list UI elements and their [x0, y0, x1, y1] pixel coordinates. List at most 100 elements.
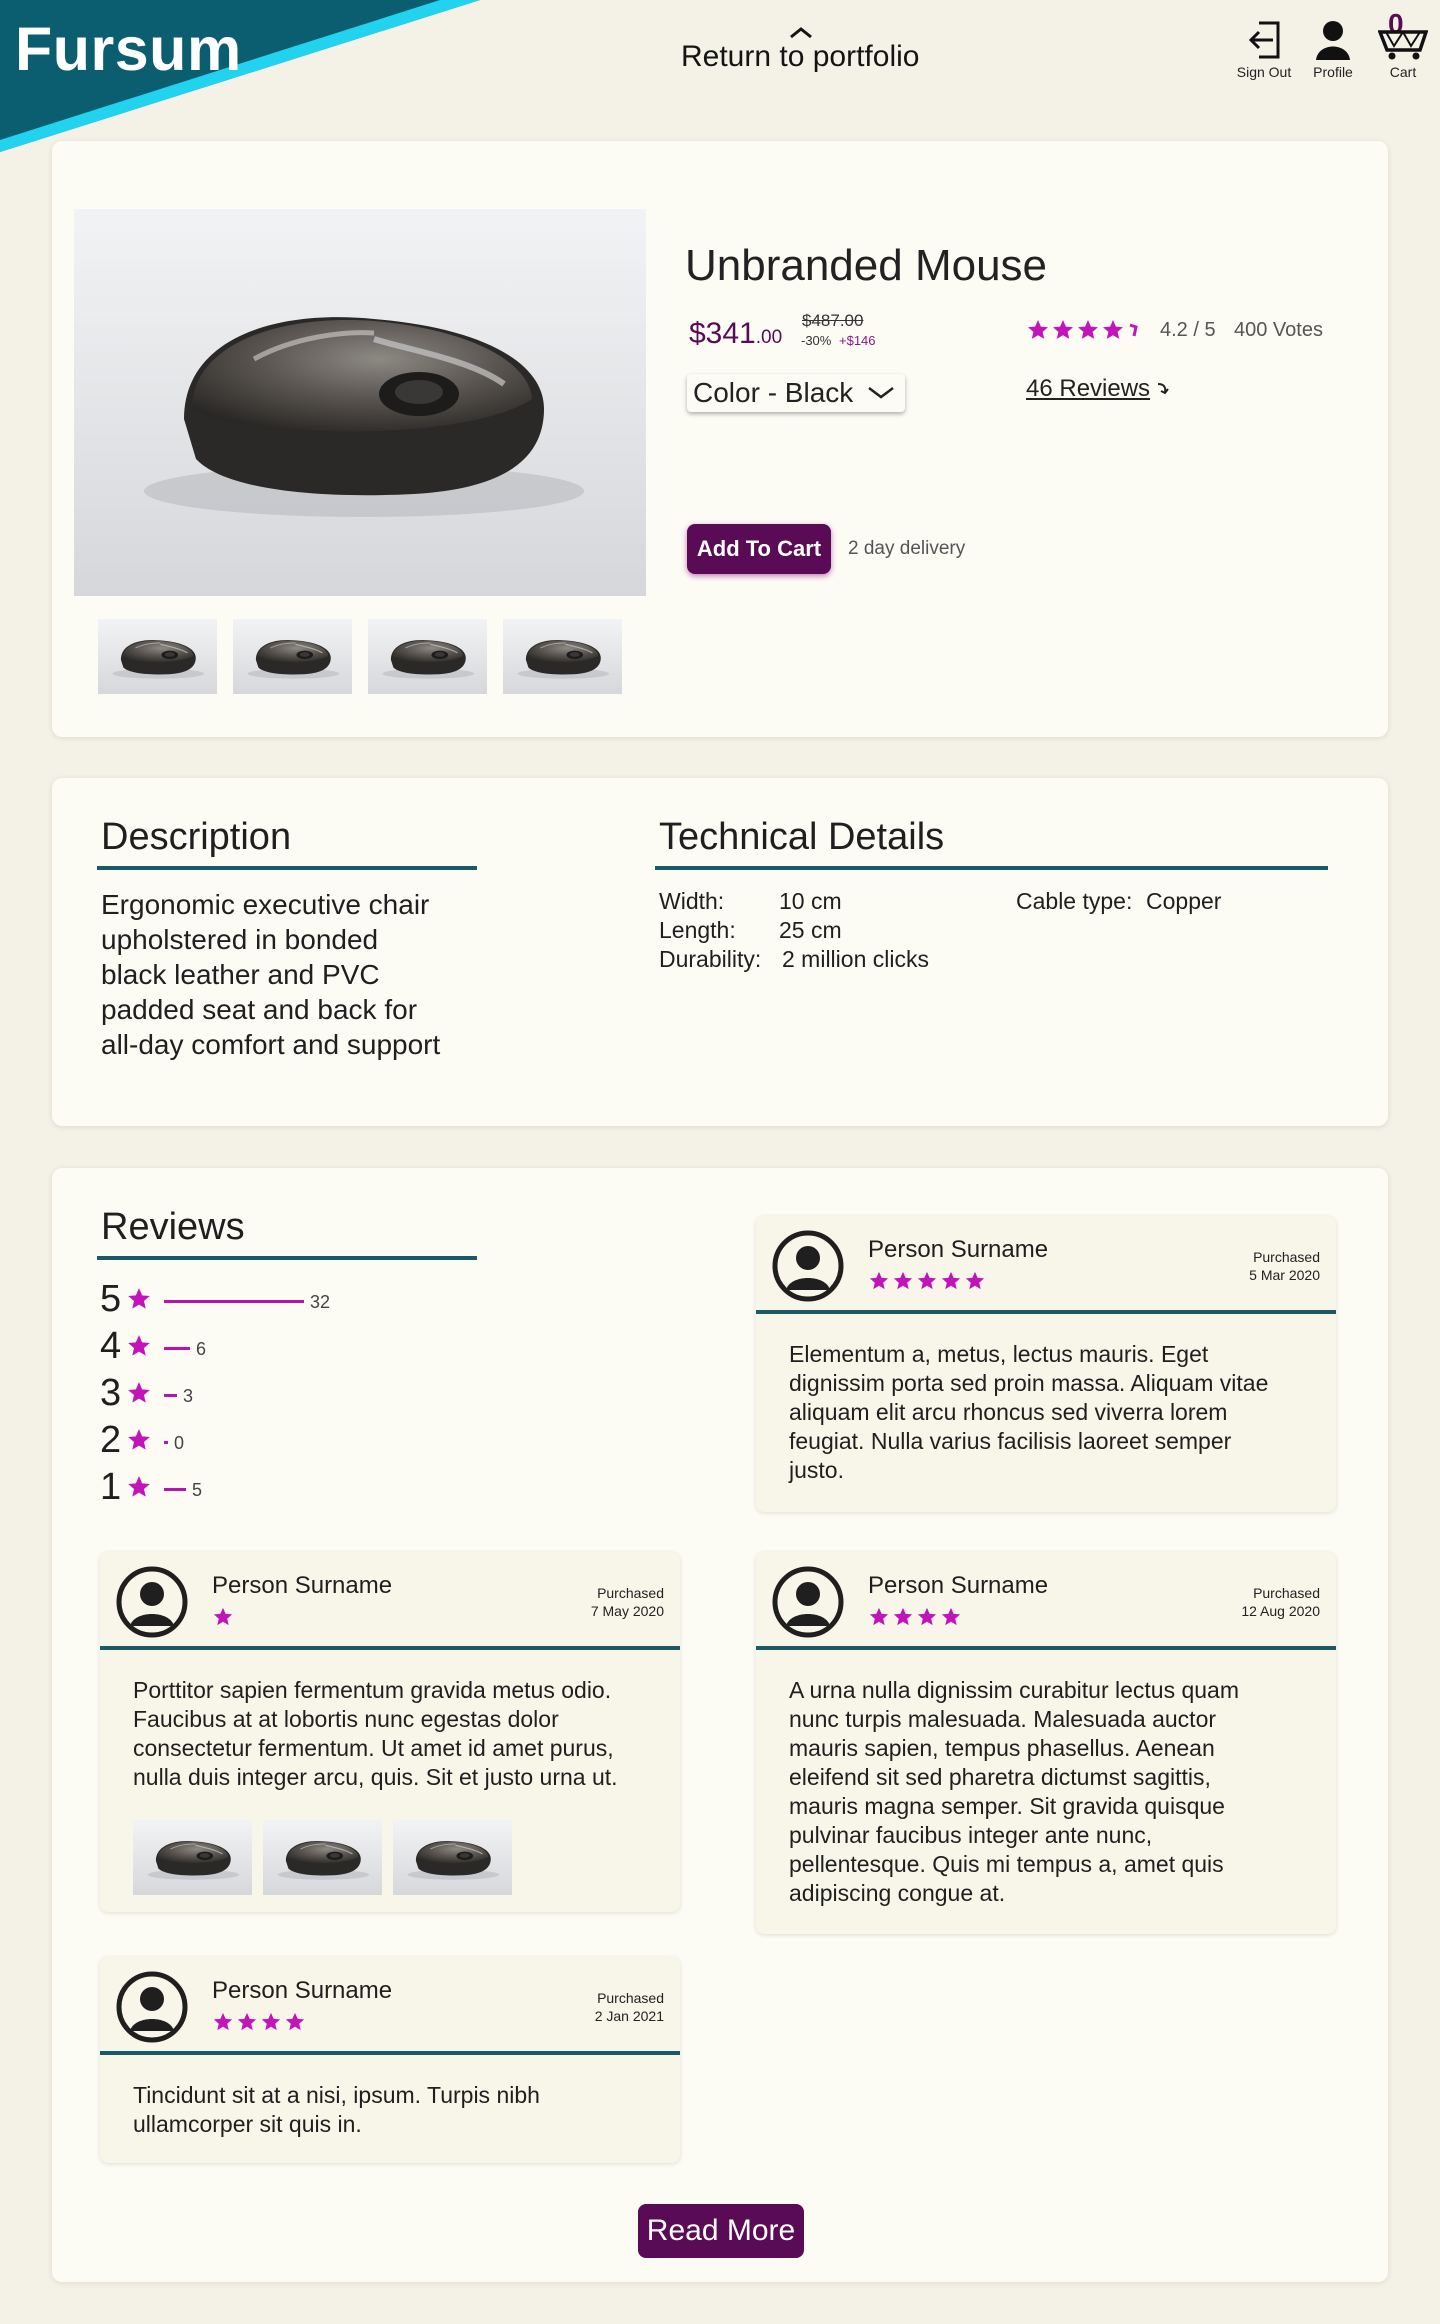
- description-line: padded seat and back for: [101, 994, 418, 1025]
- brand-logo[interactable]: Fursum: [15, 14, 242, 84]
- purchase-info: Purchased 5 Mar 2020: [1249, 1248, 1320, 1284]
- star-icon: [128, 1429, 150, 1450]
- star-icon: [965, 1271, 985, 1290]
- return-to-portfolio-link[interactable]: Return to portfolio: [681, 40, 919, 74]
- star-rating: [869, 1271, 985, 1290]
- review-stars: [868, 1270, 988, 1297]
- tech-value-length: 25 cm: [779, 917, 842, 943]
- rating-count-3: 3: [183, 1386, 194, 1406]
- tech-value-width: 10 cm: [779, 888, 842, 914]
- tech-key-length: Length:: [659, 917, 736, 943]
- review-stars: [212, 1606, 236, 1633]
- tech-key-cable: Cable type:: [1016, 888, 1133, 914]
- review-line: Porttitor sapien fermentum gravida metus…: [133, 1677, 612, 1703]
- review-line: aliquam elit arcu rhoncus sed viverra lo…: [789, 1399, 1228, 1425]
- purchase-date: 12 Aug 2020: [1241, 1603, 1320, 1619]
- reviews-link[interactable]: 46 Reviews: [1026, 375, 1150, 403]
- star-icon: [285, 2012, 305, 2031]
- review-card: Person Surname Purchased 2 Jan 2021 Tinc…: [100, 1957, 680, 2163]
- sign-out-button[interactable]: Sign Out: [1236, 20, 1292, 80]
- rating-bar-3: [164, 1394, 177, 1397]
- review-line: nunc turpis malesuada. Malesuada auctor: [789, 1706, 1217, 1732]
- reviews-title: Reviews: [101, 1206, 245, 1248]
- profile-button[interactable]: Profile: [1305, 20, 1361, 80]
- tech-key-width: Width:: [659, 888, 725, 914]
- star-icon: [941, 1607, 961, 1626]
- cart-icon: [1378, 30, 1428, 60]
- reviewer-name: Person Surname: [212, 1977, 393, 2004]
- review-line: eleifend sit sed pharetra dictumst sagit…: [789, 1764, 1211, 1790]
- star-icon: [869, 1271, 889, 1290]
- product-main-image: [74, 209, 646, 596]
- cart-button[interactable]: Cart: [1375, 20, 1431, 80]
- technical-details-title: Technical Details: [659, 816, 945, 858]
- rating-count-4: 6: [196, 1339, 207, 1359]
- review-stars: [868, 1606, 964, 1633]
- review-text: Porttitor sapien fermentum gravida metus…: [133, 1676, 618, 1792]
- review-stars: [212, 2011, 308, 2038]
- product-thumbnail-2[interactable]: [233, 619, 352, 694]
- review-line: ullamcorper sit quis in.: [133, 2111, 362, 2137]
- read-more-button[interactable]: Read More: [638, 2204, 804, 2258]
- purchase-info: Purchased 12 Aug 2020: [1241, 1584, 1320, 1620]
- description-line: all-day comfort and support: [101, 1029, 441, 1060]
- review-photo[interactable]: [263, 1820, 382, 1895]
- star-icon: [128, 1382, 150, 1403]
- rating-bar-4: [164, 1347, 190, 1350]
- purchase-date: 2 Jan 2021: [594, 2008, 664, 2024]
- star-rating: [869, 1607, 961, 1626]
- review-text: A urna nulla dignissim curabitur lectus …: [789, 1676, 1239, 1908]
- product-thumbnail-3[interactable]: [368, 619, 487, 694]
- add-to-cart-button[interactable]: Add To Cart: [687, 524, 831, 574]
- description-title: Description: [101, 816, 292, 858]
- review-line: mauris sapien, tempus phasellus. Aenean: [789, 1735, 1215, 1761]
- color-dropdown[interactable]: Color - Black: [687, 374, 905, 412]
- review-card: Person Surname Purchased 12 Aug 2020 A u…: [756, 1552, 1336, 1934]
- rating-score: 4.2 / 5: [1160, 319, 1216, 341]
- review-line: justo.: [789, 1457, 844, 1483]
- review-card: Person Surname Purchased 5 Mar 2020 Elem…: [756, 1216, 1336, 1512]
- rating-level-3: 3: [100, 1372, 122, 1414]
- purchased-label: Purchased: [597, 1990, 664, 2006]
- reviewer-name: Person Surname: [868, 1236, 1049, 1263]
- rating-bar-2: [164, 1441, 168, 1444]
- star-icon: [917, 1271, 937, 1290]
- savings-amount: +$146: [839, 333, 876, 348]
- avatar-icon: [116, 1971, 188, 2043]
- product-thumbnail-1[interactable]: [98, 619, 217, 694]
- product-thumbnail-4[interactable]: [503, 619, 622, 694]
- review-line: A urna nulla dignissim curabitur lectus …: [789, 1677, 1240, 1703]
- avatar-icon: [772, 1566, 844, 1638]
- description-divider: [97, 866, 477, 870]
- review-divider: [100, 1646, 680, 1650]
- star-icon: [869, 1607, 889, 1626]
- star-icon: [213, 2012, 233, 2031]
- star-rating: [213, 2012, 305, 2031]
- star-icon: [893, 1607, 913, 1626]
- product-card: Unbranded Mouse $341.00 $487.00 -30% +$1…: [52, 141, 1388, 737]
- review-card: Person Surname Purchased 7 May 2020 Port…: [100, 1552, 680, 1912]
- review-text: Elementum a, metus, lectus mauris. Eget …: [789, 1340, 1268, 1485]
- star-icon: [213, 1607, 233, 1626]
- rating-level-4: 4: [100, 1325, 122, 1367]
- description-line: upholstered in bonded: [101, 924, 379, 955]
- cart-label: Cart: [1389, 64, 1417, 80]
- purchase-date: 5 Mar 2020: [1249, 1267, 1320, 1283]
- price-original: $487.00: [802, 311, 864, 330]
- purchased-label: Purchased: [597, 1585, 664, 1601]
- reviewer-name: Person Surname: [212, 1572, 393, 1599]
- purchased-label: Purchased: [1253, 1249, 1320, 1265]
- review-line: nulla duis integer arcu, quis. Sit et ju…: [133, 1764, 618, 1790]
- review-photo[interactable]: [133, 1820, 252, 1895]
- tech-value-durability: 2 million clicks: [782, 946, 929, 972]
- chevron-down-icon: [868, 387, 894, 399]
- rating-level-2: 2: [100, 1419, 122, 1461]
- product-title: Unbranded Mouse: [685, 241, 1048, 290]
- rating-bar-1: [164, 1488, 186, 1491]
- discount-percent: -30%: [801, 333, 832, 348]
- review-photo[interactable]: [393, 1820, 512, 1895]
- star-rating: [213, 1607, 233, 1626]
- purchased-label: Purchased: [1253, 1585, 1320, 1601]
- reviews-divider: [97, 1256, 477, 1260]
- reviews-card: Reviews 5 32 4 6 3 3 2 0 1 5 Person Surn…: [52, 1168, 1388, 2282]
